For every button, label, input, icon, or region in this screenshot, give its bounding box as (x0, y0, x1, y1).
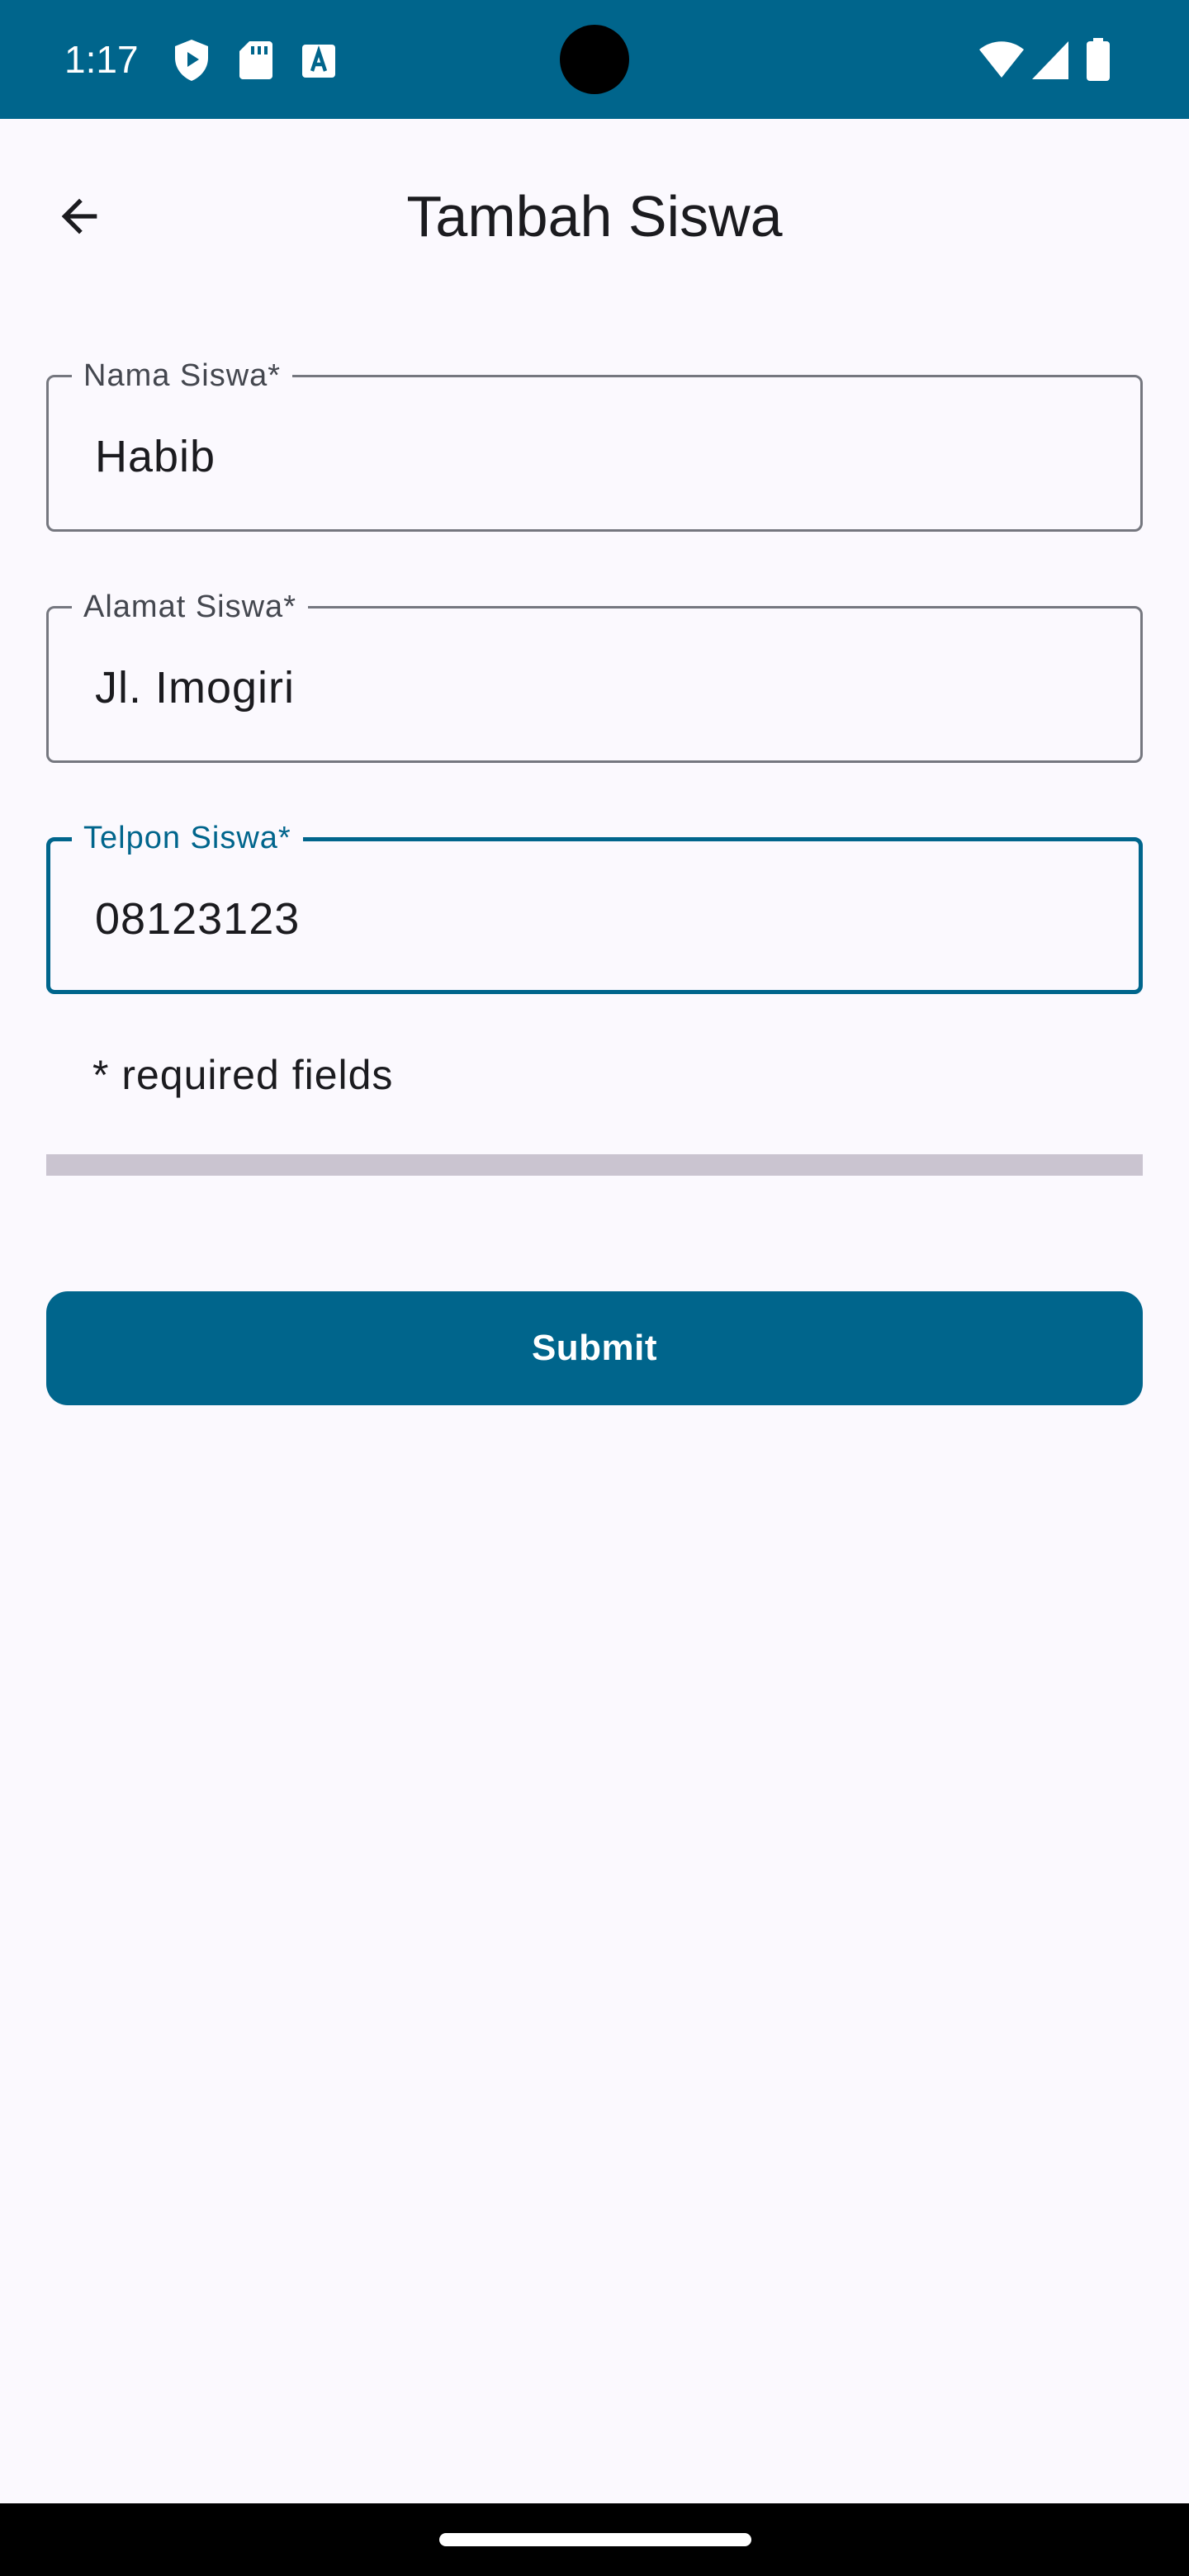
submit-button[interactable]: Submit (46, 1291, 1143, 1405)
wifi-icon (979, 41, 1024, 78)
navigation-bar (0, 2503, 1189, 2576)
app-bar: Tambah Siswa (0, 119, 1189, 304)
submit-label: Submit (531, 1328, 658, 1368)
required-fields-note: * required fields (92, 1052, 394, 1098)
shield-play-icon (175, 40, 208, 81)
cellular-signal-icon (1032, 41, 1068, 79)
alamat-siswa-value[interactable]: Jl. Imogiri (95, 661, 295, 714)
nama-siswa-value[interactable]: Habib (95, 430, 216, 483)
page-title: Tambah Siswa (406, 184, 783, 249)
home-gesture-handle[interactable] (439, 2533, 751, 2546)
sd-card-icon (239, 41, 272, 79)
status-bar: 1:17 (0, 0, 1189, 119)
status-time: 1:17 (64, 38, 139, 81)
telpon-siswa-label: Telpon Siswa* (72, 820, 303, 856)
progress-bar (46, 1154, 1143, 1176)
screen: 1:17 Tambah Siswa Nama Siswa* Habib Alam… (0, 0, 1189, 2576)
alamat-siswa-field[interactable]: Alamat Siswa* Jl. Imogiri (46, 589, 1143, 763)
battery-icon (1087, 38, 1110, 81)
alamat-siswa-label: Alamat Siswa* (72, 589, 308, 625)
camera-cutout (560, 25, 629, 94)
telpon-siswa-value[interactable]: 08123123 (95, 893, 300, 945)
nama-siswa-label: Nama Siswa* (72, 358, 293, 394)
nama-siswa-field[interactable]: Nama Siswa* Habib (46, 358, 1143, 532)
font-a-icon (302, 45, 335, 78)
telpon-siswa-field[interactable]: Telpon Siswa* 08123123 (46, 820, 1143, 994)
